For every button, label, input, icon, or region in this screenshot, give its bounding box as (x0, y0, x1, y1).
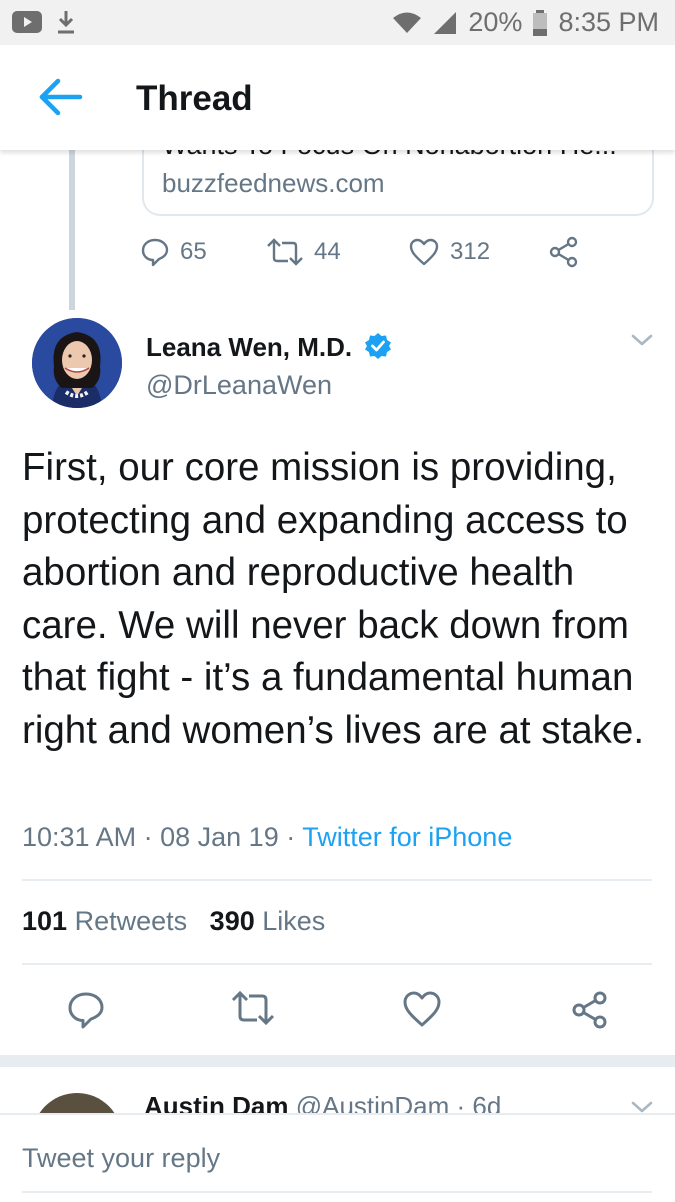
meta-separator: · (143, 822, 153, 852)
reply-author-name: Austin Dam (144, 1091, 289, 1113)
reply-menu-button[interactable] (628, 1097, 656, 1113)
author-name[interactable]: Leana Wen, M.D. (146, 332, 352, 363)
chevron-down-icon (631, 334, 653, 346)
tweet-stats: 101 Retweets 390 Likes (22, 906, 325, 937)
clock: 8:35 PM (558, 7, 659, 37)
battery-icon (533, 9, 548, 36)
reply-input[interactable] (22, 1135, 652, 1181)
share-button[interactable] (570, 990, 614, 1034)
retweets-label: Retweets (74, 906, 188, 936)
tweet-actions (0, 990, 675, 1034)
meta-separator: · (286, 822, 296, 852)
retweet-count: 44 (314, 238, 341, 265)
section-separator (0, 1055, 675, 1067)
input-underline (22, 1191, 652, 1193)
tweet-text: First, our core mission is providing, pr… (22, 446, 645, 752)
retweets-count: 101 (22, 906, 68, 936)
youtube-icon (12, 11, 42, 33)
reply-icon (68, 992, 104, 1029)
heart-icon (409, 238, 439, 266)
reply-composer (0, 1113, 675, 1202)
chevron-down-icon (631, 1101, 653, 1113)
like-button[interactable] (402, 990, 446, 1034)
retweet-icon (231, 990, 275, 1026)
share-icon (572, 991, 607, 1029)
retweet-icon (267, 238, 303, 266)
signal-icon (434, 11, 457, 34)
reply-age: 6d (472, 1091, 502, 1113)
share-icon (549, 236, 578, 268)
likes-stat[interactable]: 390 Likes (210, 906, 326, 936)
app-header: Thread (0, 45, 675, 150)
reply-icon (141, 238, 169, 267)
retweet-button[interactable]: 44 (266, 238, 408, 266)
verified-badge-icon (365, 333, 391, 359)
thread-connector (69, 150, 75, 310)
likes-count: 390 (209, 906, 255, 936)
reply-count: 65 (180, 238, 207, 265)
arrow-left-icon (39, 78, 83, 116)
divider (22, 963, 652, 965)
reply-author-handle: @AustinDam (295, 1091, 450, 1113)
download-icon (58, 11, 74, 34)
share-button[interactable] (548, 236, 580, 268)
profile-photo (32, 318, 122, 408)
avatar[interactable] (32, 318, 122, 408)
back-button[interactable] (36, 77, 84, 117)
wifi-icon (393, 12, 422, 33)
divider (22, 879, 652, 881)
tweet-date: 08 Jan 19 (160, 822, 279, 852)
previous-tweet-actions: 65 44 312 (140, 236, 580, 268)
reply-tweet[interactable]: Austin Dam @AustinDam · 6d (0, 1067, 675, 1113)
tweet-meta: 10:31 AM · 08 Jan 19 · Twitter for iPhon… (22, 822, 512, 853)
link-card-domain: buzzfeednews.com (162, 168, 385, 198)
tweet-source-link[interactable]: Twitter for iPhone (302, 822, 512, 852)
reply-button[interactable] (66, 990, 110, 1034)
reply-button[interactable]: 65 (140, 237, 266, 267)
battery-level: 20% (468, 7, 523, 37)
meta-separator: · (456, 1091, 466, 1113)
status-bar: 20% 8:35 PM (0, 0, 675, 45)
avatar[interactable] (32, 1093, 122, 1113)
author-handle[interactable]: @DrLeanaWen (146, 370, 332, 401)
page-title: Thread (136, 79, 253, 118)
retweets-stat[interactable]: 101 Retweets (22, 906, 195, 936)
tweet-header: Leana Wen, M.D. @DrLeanaWen (0, 318, 675, 418)
like-count: 312 (450, 238, 491, 265)
tweet-menu-button[interactable] (628, 330, 656, 355)
like-button[interactable]: 312 (408, 237, 548, 267)
heart-icon (403, 991, 441, 1027)
reply-author: Austin Dam @AustinDam · 6d (144, 1091, 501, 1113)
likes-label: Likes (262, 906, 326, 936)
retweet-button[interactable] (230, 990, 275, 1034)
tweet-time: 10:31 AM (22, 822, 137, 852)
